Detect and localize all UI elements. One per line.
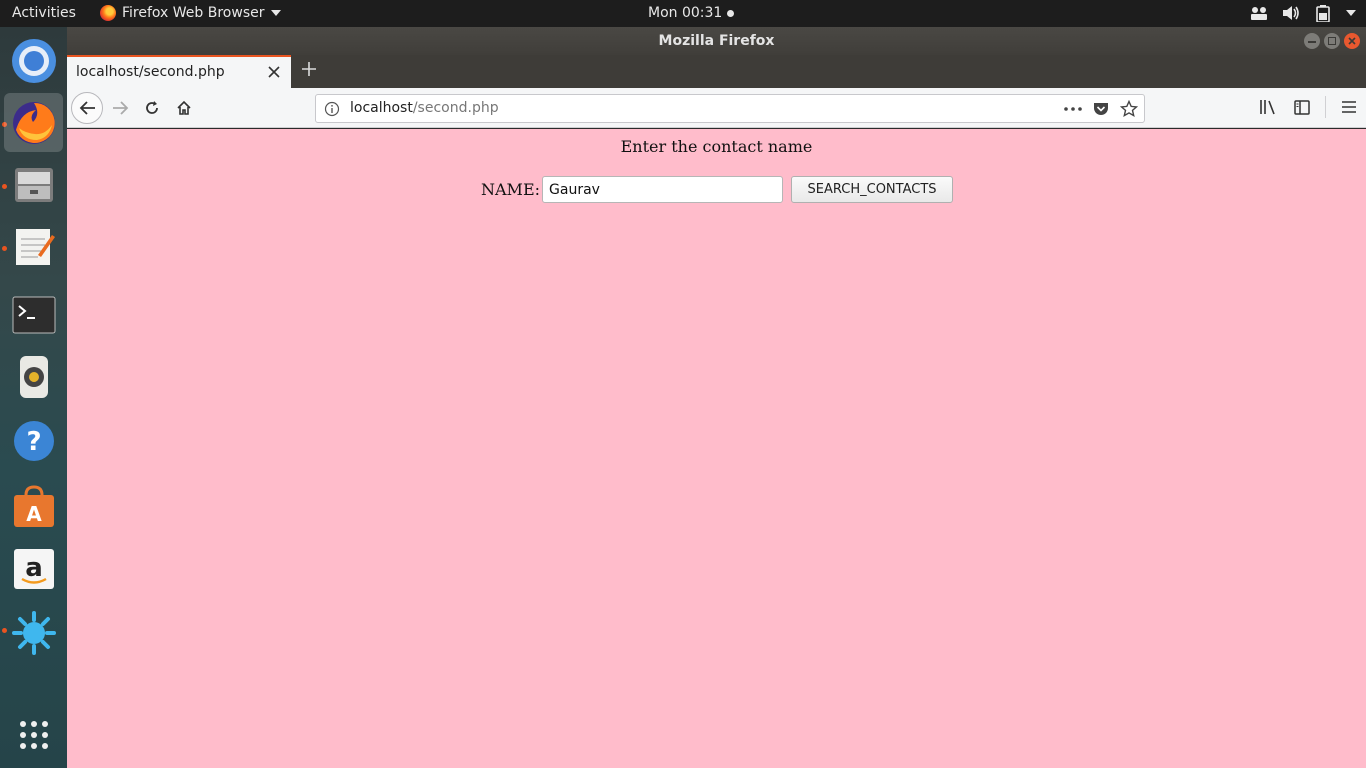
files-icon [14,167,53,202]
dock-item-software-center[interactable]: A [4,477,63,536]
new-tab-button[interactable] [299,61,319,81]
navigation-toolbar: localhost/second.php [67,88,1366,128]
dock-item-help[interactable]: ? [4,411,63,470]
home-icon [177,100,191,115]
firefox-icon [100,5,116,21]
amazon-icon: a [13,548,54,589]
notification-dot [727,9,735,17]
toolbar-right [1257,96,1360,118]
more-dots-icon [1064,107,1082,111]
show-apps-icon [19,720,48,749]
search-contacts-button[interactable]: SEARCH_CONTACTS [791,176,954,203]
minimize-icon [1308,41,1316,43]
url-host: localhost [350,100,413,116]
name-input[interactable] [542,176,784,203]
bookmark-star-button[interactable] [1118,98,1140,120]
dock-item-amazon[interactable]: a [4,539,63,598]
volume-icon[interactable] [1282,4,1300,22]
dock-item-firefox[interactable] [4,93,63,152]
text-editor-icon [15,228,55,265]
minimize-button[interactable] [1304,33,1320,49]
dock-item-app[interactable] [4,603,63,662]
sidebar-icon [1294,99,1310,115]
close-icon [1348,37,1356,45]
app-menu[interactable]: Firefox Web Browser [100,5,281,21]
clock-label: Mon 00:31 [648,5,723,21]
clock[interactable]: Mon 00:31 [648,5,735,21]
chevron-down-icon [270,10,281,16]
sidebar-button[interactable] [1291,96,1313,118]
back-button[interactable] [71,92,103,124]
window-controls [1304,33,1360,49]
pocket-button[interactable] [1090,98,1112,120]
library-button[interactable] [1257,96,1279,118]
dock: ? A a [0,27,67,768]
terminal-icon [12,296,55,333]
dock-item-files[interactable] [4,155,63,214]
page-content: Enter the contact name NAME: SEARCH_CONT… [67,129,1366,768]
svg-text:A: A [26,502,42,526]
window-title: Mozilla Firefox [658,33,775,49]
star-icon [1120,100,1138,118]
forward-arrow-icon [113,101,129,115]
maximize-button[interactable] [1324,33,1340,49]
open-menu-button[interactable] [1338,96,1360,118]
gnome-top-bar: Activities Firefox Web Browser Mon 00:31 [0,0,1366,27]
firefox-icon [12,101,55,144]
library-icon [1260,100,1275,115]
close-window-button[interactable] [1344,33,1360,49]
pocket-icon [1094,102,1108,115]
window-titlebar[interactable]: Mozilla Firefox [67,27,1366,55]
reload-icon [146,101,158,114]
tab-title: localhost/second.php [76,64,225,80]
app-menu-label: Firefox Web Browser [122,5,265,21]
chrome-icon [11,38,56,83]
url-actions [1062,98,1140,120]
contact-search-form: NAME: SEARCH_CONTACTS [481,176,954,203]
dock-item-terminal[interactable] [4,285,63,344]
reload-button[interactable] [138,94,166,122]
toolbar-separator [1325,96,1326,118]
name-label: NAME: [481,180,541,199]
svg-text:a: a [25,553,43,583]
help-icon: ? [13,420,54,461]
page-heading: Enter the contact name [620,137,813,156]
back-arrow-icon [79,101,95,115]
dock-item-rhythmbox[interactable] [4,347,63,406]
home-button[interactable] [170,94,198,122]
url-path: /second.php [412,100,499,116]
maximize-icon [1328,37,1336,45]
page-actions-button[interactable] [1062,98,1084,120]
hamburger-menu-icon [1342,101,1356,113]
software-center-icon: A [13,484,54,527]
rhythmbox-icon [19,355,48,398]
svg-text:?: ? [26,427,41,457]
tab-second-php[interactable]: localhost/second.php [67,55,291,88]
dock-item-chrome[interactable] [4,31,63,90]
splash-app-icon [11,610,56,655]
forward-button[interactable] [107,94,135,122]
chevron-down-icon[interactable] [1346,9,1356,17]
close-tab-icon[interactable] [267,65,281,79]
plus-icon [302,62,316,76]
show-apps-button[interactable] [4,705,63,764]
dock-item-text-editor[interactable] [4,217,63,276]
info-icon[interactable] [324,101,340,117]
battery-icon[interactable] [1314,4,1332,22]
url-text[interactable]: localhost/second.php [350,100,499,116]
tab-strip: localhost/second.php [67,55,1366,88]
network-icon[interactable] [1250,4,1268,22]
activities-button[interactable]: Activities [12,5,76,21]
system-tray[interactable] [1250,4,1356,22]
url-bar[interactable]: localhost/second.php [315,94,1145,123]
